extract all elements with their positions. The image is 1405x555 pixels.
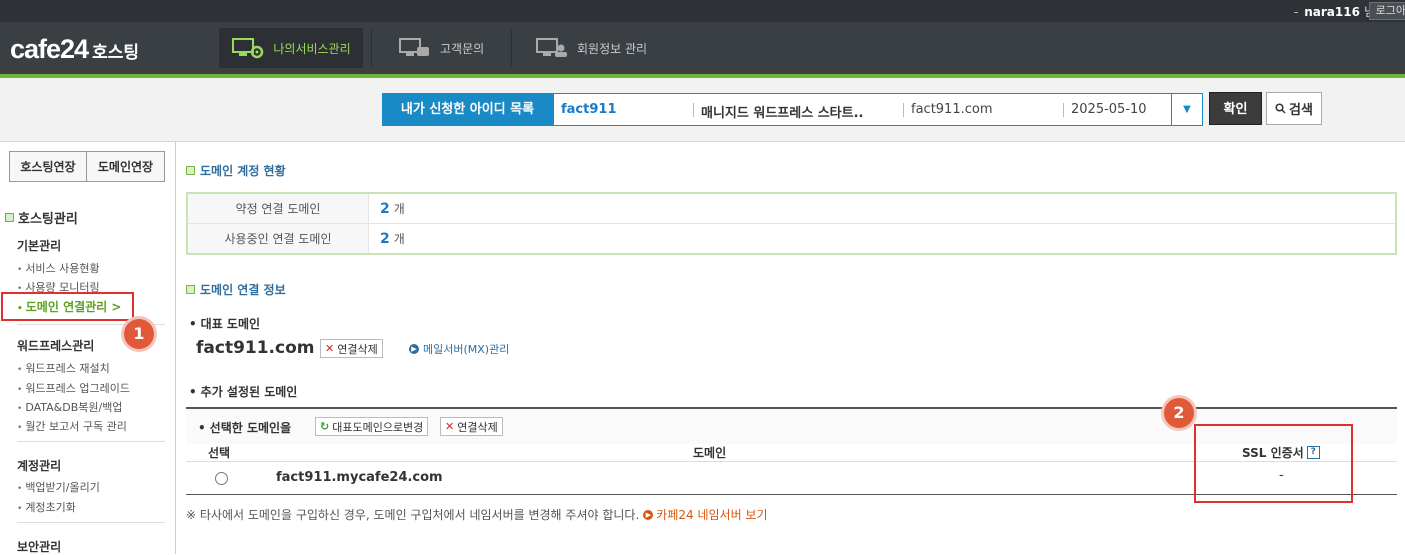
search-button[interactable]: 검색 (1266, 92, 1322, 125)
selected-domain-label: 선택한 도메인을 (198, 419, 291, 436)
count-value: 2 (380, 200, 390, 217)
monitor-user-icon (536, 38, 567, 57)
logout-button[interactable]: 로그아 (1368, 2, 1405, 20)
column-domain: 도메인 (693, 446, 727, 460)
renew-buttons: 호스팅연장 도메인연장 (9, 151, 165, 182)
logo[interactable]: cafe24 호스팅 (10, 34, 139, 65)
close-icon: ✕ (445, 420, 455, 433)
sidebar-item-account-reset[interactable]: 계정초기화 (17, 499, 76, 515)
square-bullet-icon (5, 213, 14, 222)
user-info: -nara116님 (1293, 5, 1375, 19)
id-select[interactable]: fact911 매니지드 워드프레스 스타트.. fact911.com 202… (553, 93, 1203, 126)
nav-customer-inquiry[interactable]: 고객문의 (398, 28, 484, 68)
sidebar-divider (17, 441, 165, 442)
global-nav: cafe24 호스팅 나의서비스관리 고객문의 회원정보 관리 (0, 22, 1405, 74)
confirm-button[interactable]: 확인 (1209, 92, 1262, 125)
top-bar: -nara116님 로그아 (0, 0, 1405, 22)
search-icon (1275, 103, 1286, 114)
column-select: 선택 (208, 446, 231, 460)
field-divider (693, 103, 694, 117)
mx-management-link[interactable]: ▶ 메일서버(MX)관리 (409, 341, 509, 357)
count-value: 2 (380, 230, 390, 247)
arrow-circle-icon: ▶ (409, 344, 419, 354)
section-title-link-info: 도메인 연결 정보 (186, 281, 286, 298)
nav-member-info[interactable]: 회원정보 관리 (535, 28, 647, 68)
selected-date: 2025-05-10 (1071, 102, 1147, 117)
highlight-box-domain-connection (1, 292, 134, 321)
renew-domain-button[interactable]: 도메인연장 (87, 151, 165, 182)
field-divider (903, 103, 904, 117)
row-select-radio[interactable] (215, 472, 228, 485)
table-row: 사용중인 연결 도메인 2개 (188, 224, 1395, 253)
monitor-chat-icon (399, 38, 429, 56)
nameserver-note: ※ 타사에서 도메인을 구입하신 경우, 도메인 구입처에서 네임서버를 변경해… (186, 506, 768, 523)
nameserver-link[interactable]: ▶ 카페24 네임서버 보기 (643, 506, 768, 523)
sidebar-item-backup-upload[interactable]: 백업받기/올리기 (17, 479, 100, 495)
table-row: 약정 연결 도메인 2개 (188, 194, 1395, 224)
additional-domains-label: 추가 설정된 도메인 (189, 383, 298, 400)
nav-divider (371, 30, 372, 66)
selected-id: fact911 (561, 102, 617, 117)
close-icon: ✕ (325, 342, 335, 355)
monitor-gear-icon (232, 38, 264, 59)
chevron-down-icon[interactable]: ▼ (1171, 94, 1202, 125)
disconnect-selected-button[interactable]: ✕ 연결삭제 (440, 417, 503, 436)
arrow-circle-icon: ▶ (643, 509, 654, 520)
square-bullet-icon (186, 166, 195, 175)
selected-domain: fact911.com (911, 102, 993, 117)
row-domain: fact911.mycafe24.com (276, 470, 443, 485)
sidebar-group-security: 보안관리 (17, 540, 62, 554)
id-selector-bar: 내가 신청한 아이디 목록 fact911 매니지드 워드프레스 스타트.. f… (0, 78, 1405, 142)
nav-divider (511, 30, 512, 66)
sidebar-group-account: 계정관리 (17, 459, 62, 473)
nav-my-services[interactable]: 나의서비스관리 (219, 28, 363, 68)
primary-domain-label: 대표 도메인 (189, 315, 260, 332)
make-primary-button[interactable]: ↻ 대표도메인으로변경 (315, 417, 429, 436)
renew-hosting-button[interactable]: 호스팅연장 (9, 151, 87, 182)
sidebar-item-monthly-report[interactable]: 월간 보고서 구독 관리 (17, 418, 127, 434)
square-bullet-icon (186, 285, 195, 294)
highlight-box-ssl (1194, 424, 1353, 503)
sidebar-divider (17, 522, 165, 523)
account-status-table: 약정 연결 도메인 2개 사용중인 연결 도메인 2개 (186, 192, 1397, 255)
disconnect-primary-button[interactable]: ✕ 연결삭제 (320, 339, 383, 358)
selected-product: 매니지드 워드프레스 스타트.. (701, 106, 864, 121)
primary-domain: fact911.com (196, 338, 315, 358)
sidebar-item-service-status[interactable]: 서비스 사용현황 (17, 260, 99, 276)
sidebar-section-title: 호스팅관리 (5, 208, 78, 227)
sidebar-group-basic: 기본관리 (17, 239, 62, 253)
sidebar: 호스팅연장 도메인연장 호스팅관리 기본관리 서비스 사용현황 사용량 모니터링… (0, 142, 176, 554)
field-divider (1063, 103, 1064, 117)
id-list-label: 내가 신청한 아이디 목록 (382, 93, 553, 126)
refresh-icon: ↻ (320, 420, 330, 433)
username: nara116 (1304, 5, 1360, 19)
step-badge-1: 1 (124, 319, 154, 349)
step-badge-2: 2 (1164, 398, 1194, 428)
sidebar-group-wordpress: 워드프레스관리 (17, 339, 95, 353)
sidebar-item-wp-reinstall[interactable]: 워드프레스 재설치 (17, 360, 109, 376)
section-title-account: 도메인 계정 현황 (186, 162, 286, 179)
sidebar-item-wp-upgrade[interactable]: 워드프레스 업그레이드 (17, 380, 130, 396)
sidebar-item-db-backup[interactable]: DATA&DB복원/백업 (17, 399, 122, 415)
